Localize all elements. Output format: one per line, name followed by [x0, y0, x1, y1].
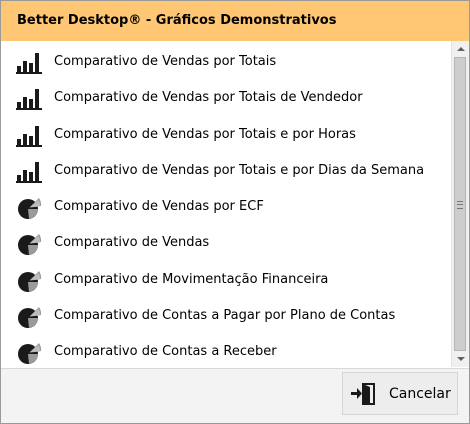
- bar-chart-icon: [16, 161, 42, 183]
- title-bar: Better Desktop® - Gráficos Demonstrativo…: [1, 1, 469, 41]
- exit-door-icon: [351, 383, 375, 405]
- list-item[interactable]: Comparativo de Contas a Receber: [1, 334, 449, 370]
- list-item[interactable]: Comparativo de Vendas por Totais e por D…: [1, 153, 449, 189]
- bar-chart-icon: [16, 89, 42, 111]
- list-item-label: Comparativo de Vendas por Totais de Vend…: [54, 90, 363, 106]
- list-item[interactable]: Comparativo de Vendas por Totais de Vend…: [1, 80, 449, 116]
- cancel-button[interactable]: Cancelar: [342, 372, 458, 415]
- vertical-scrollbar[interactable]: [451, 41, 469, 367]
- scroll-grip-icon: [457, 201, 463, 209]
- pie-chart-icon: [18, 270, 42, 292]
- pie-chart-icon: [18, 234, 42, 256]
- list-item[interactable]: Comparativo de Vendas por Totais e por H…: [1, 117, 449, 153]
- list-item-label: Comparativo de Vendas por Totais e por H…: [54, 126, 356, 142]
- dialog-window: Better Desktop® - Gráficos Demonstrativo…: [0, 0, 470, 424]
- list-item-label: Comparativo de Movimentação Financeira: [54, 271, 329, 287]
- pie-chart-icon: [18, 198, 42, 219]
- list-item[interactable]: Comparativo de Vendas por ECF: [1, 189, 449, 225]
- cancel-label: Cancelar: [389, 386, 451, 402]
- window-title: Better Desktop® - Gráficos Demonstrativo…: [17, 13, 337, 28]
- scroll-thumb[interactable]: [454, 57, 466, 351]
- list-item[interactable]: Comparativo de Contas a Pagar por Plano …: [1, 298, 449, 334]
- list-item[interactable]: Comparativo de Movimentação Financeira: [1, 262, 449, 298]
- bar-chart-icon: [16, 125, 42, 147]
- list-item[interactable]: Comparativo de Vendas por Totais: [1, 44, 449, 80]
- pie-chart-icon: [18, 306, 42, 328]
- list-item-label: Comparativo de Vendas: [54, 235, 210, 251]
- scroll-down-arrow-icon[interactable]: [457, 357, 465, 361]
- chart-list[interactable]: Comparativo de Vendas por Totais Comparat…: [1, 41, 469, 369]
- list-item-label: Comparativo de Contas a Pagar por Plano …: [54, 307, 396, 323]
- list-item[interactable]: Comparativo de Vendas: [1, 225, 449, 261]
- scroll-up-arrow-icon[interactable]: [457, 47, 465, 51]
- list-item-label: Comparativo de Vendas por Totais e por D…: [54, 162, 425, 178]
- list-item-label: Comparativo de Vendas por ECF: [54, 199, 264, 214]
- list-item-label: Comparativo de Contas a Receber: [54, 344, 277, 359]
- bar-chart-icon: [16, 53, 42, 74]
- list-item-label: Comparativo de Vendas por Totais: [54, 54, 277, 69]
- pie-chart-icon: [18, 343, 42, 364]
